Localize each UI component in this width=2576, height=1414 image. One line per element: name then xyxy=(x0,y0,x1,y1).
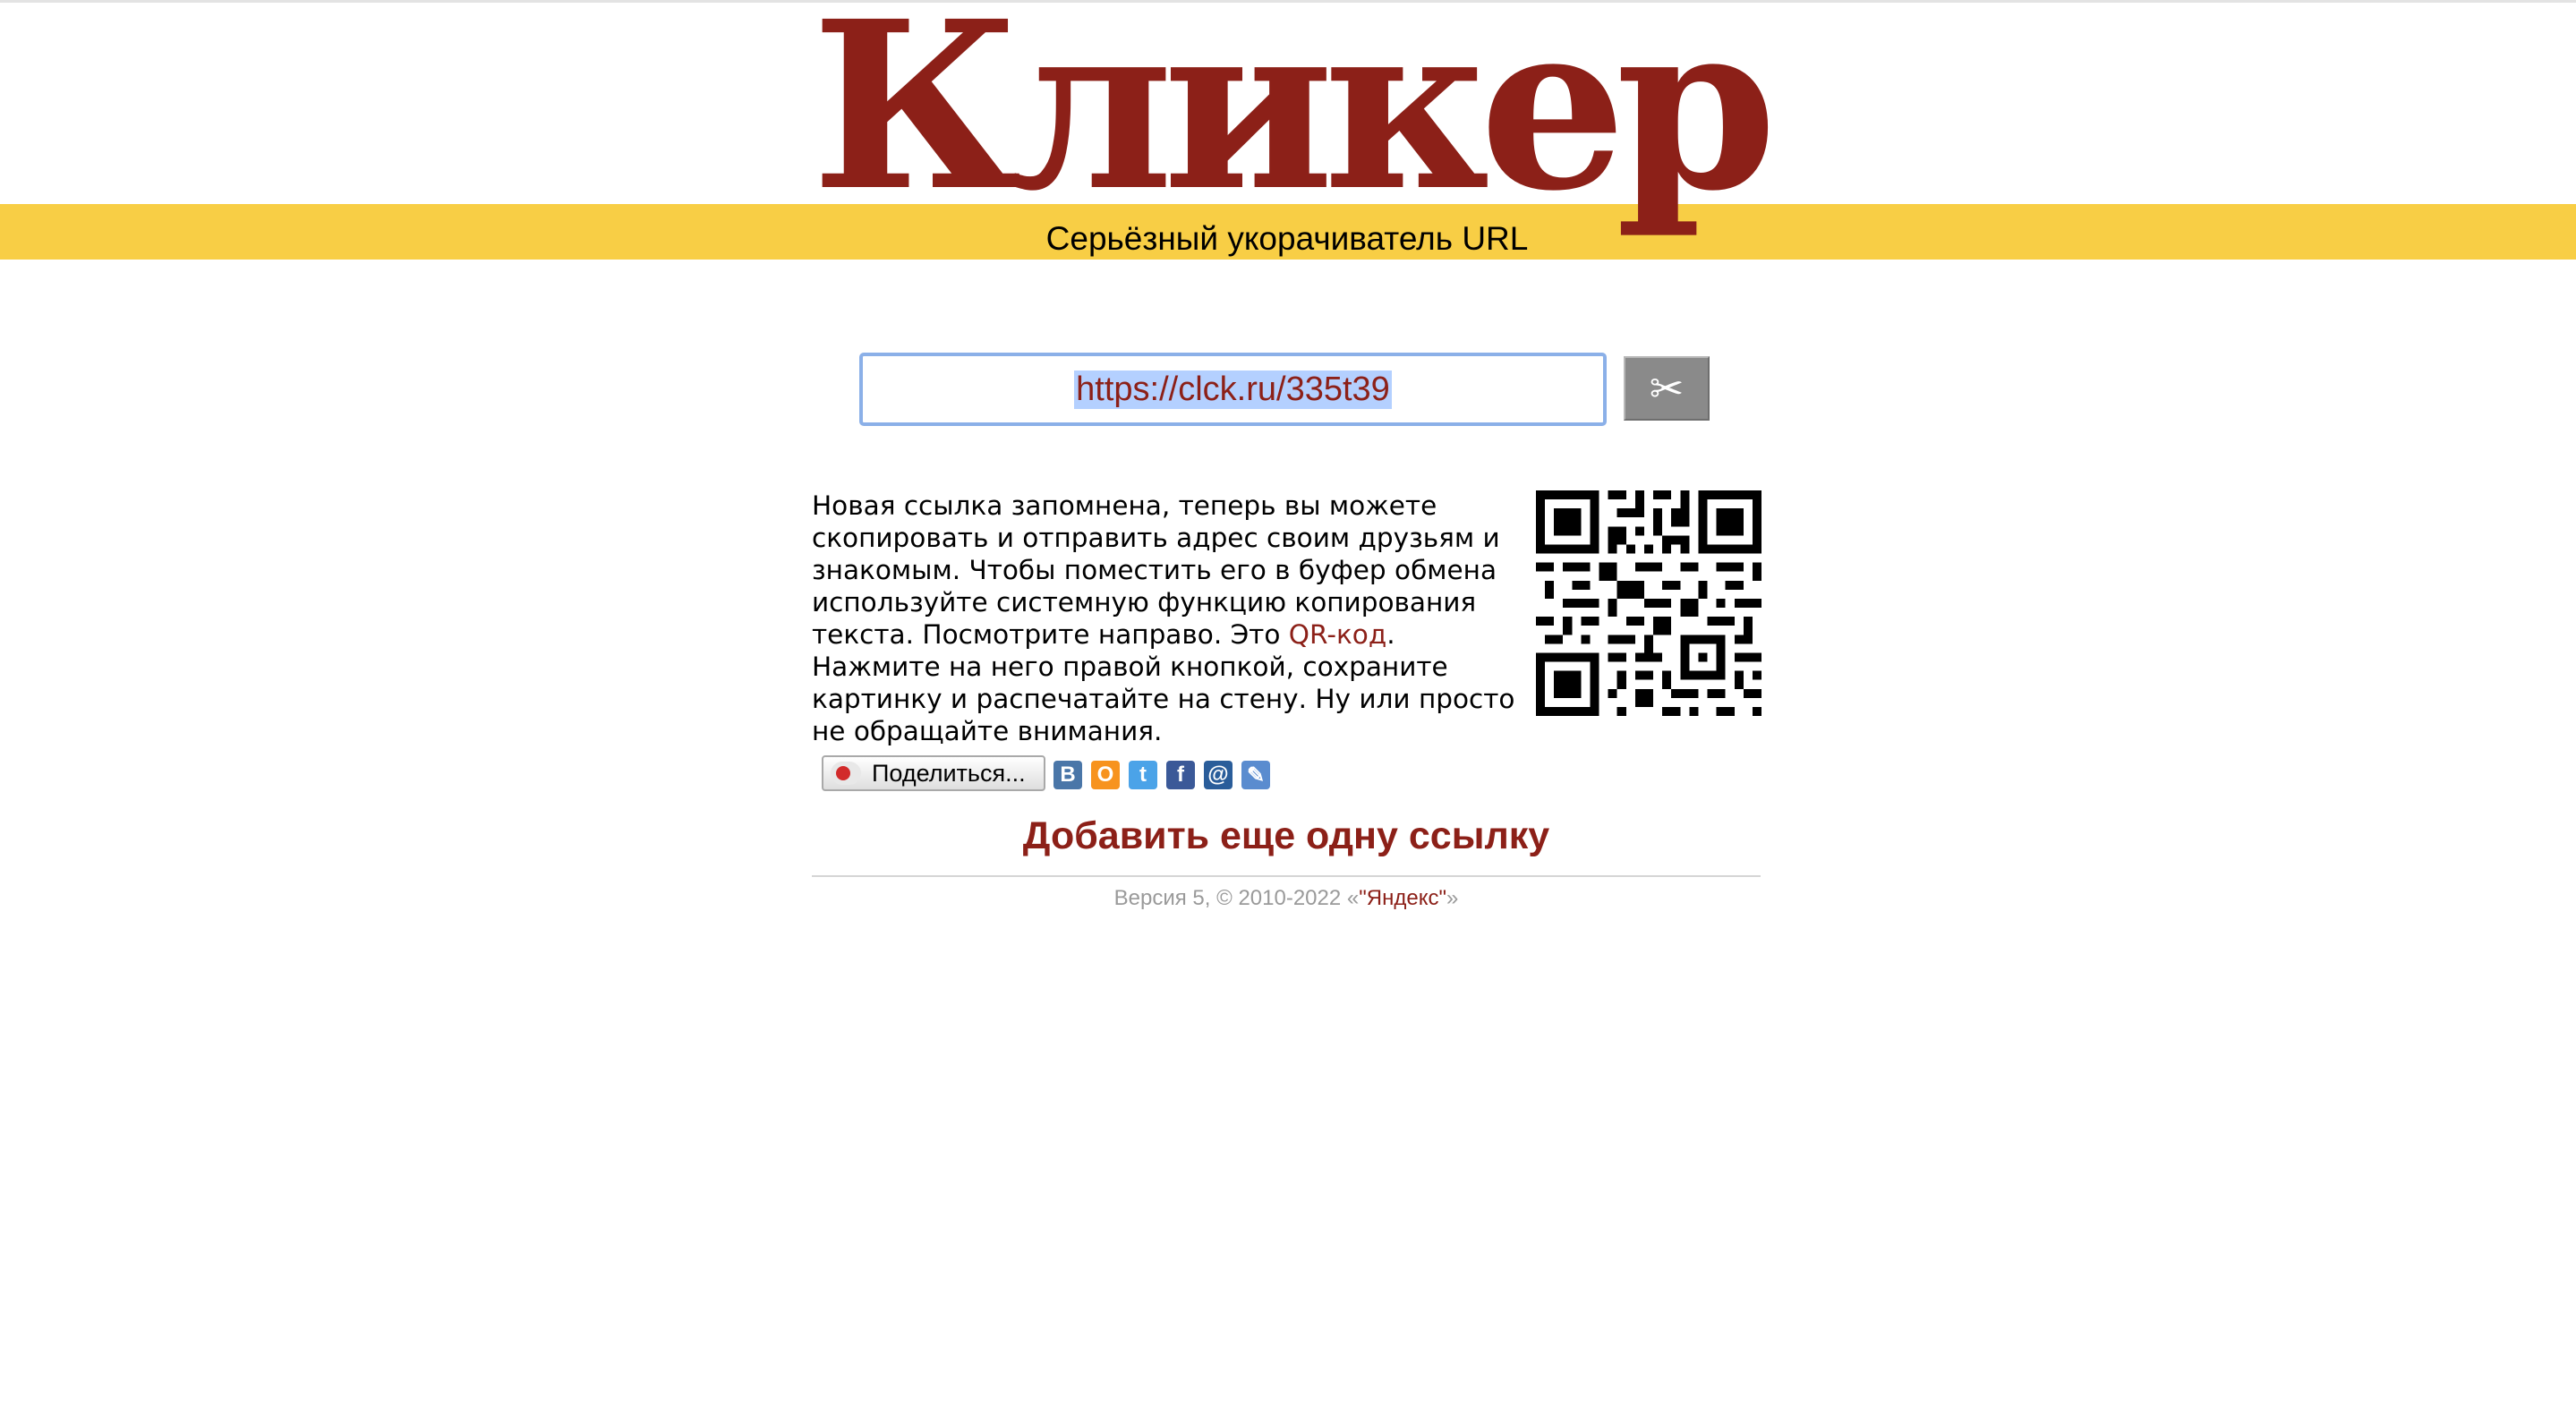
yandex-link[interactable]: "Яндекс" xyxy=(1359,886,1446,910)
message-text-1: Новая ссылка запомнена, теперь вы можете… xyxy=(812,490,1500,650)
logo[interactable]: Кликер xyxy=(806,0,1778,222)
share-button-label: Поделиться... xyxy=(872,759,1026,787)
footer: Версия 5, © 2010-2022 «"Яндекс"» xyxy=(812,886,1761,911)
short-url-input[interactable]: https://clck.ru/335t39 xyxy=(859,353,1607,426)
footer-quote-close: » xyxy=(1446,886,1459,910)
mailru-icon[interactable]: @ xyxy=(1204,761,1233,789)
vkontakte-icon[interactable]: В xyxy=(1053,761,1082,789)
shorten-button[interactable]: ✂ xyxy=(1624,356,1710,421)
qr-code-link[interactable]: QR-код xyxy=(1289,619,1386,650)
qr-code-image[interactable] xyxy=(1536,490,1761,716)
scissors-icon: ✂ xyxy=(1649,364,1685,413)
livejournal-icon[interactable]: ✎ xyxy=(1241,761,1270,789)
result-message: Новая ссылка запомнена, теперь вы можете… xyxy=(812,490,1528,747)
tagline: Серьёзный укорачиватель URL xyxy=(1045,220,1529,257)
footer-version: Версия 5, © 2010-2022 « xyxy=(1113,886,1360,910)
facebook-icon[interactable]: f xyxy=(1166,761,1195,789)
twitter-icon[interactable]: t xyxy=(1129,761,1157,789)
share-button[interactable]: Поделиться... xyxy=(822,755,1045,791)
share-icon xyxy=(831,762,861,785)
short-url-value[interactable]: https://clck.ru/335t39 xyxy=(1074,370,1392,409)
odnoklassniki-icon[interactable]: О xyxy=(1091,761,1120,789)
footer-divider xyxy=(812,875,1761,877)
add-another-link[interactable]: Добавить еще одну ссылку xyxy=(812,814,1761,858)
